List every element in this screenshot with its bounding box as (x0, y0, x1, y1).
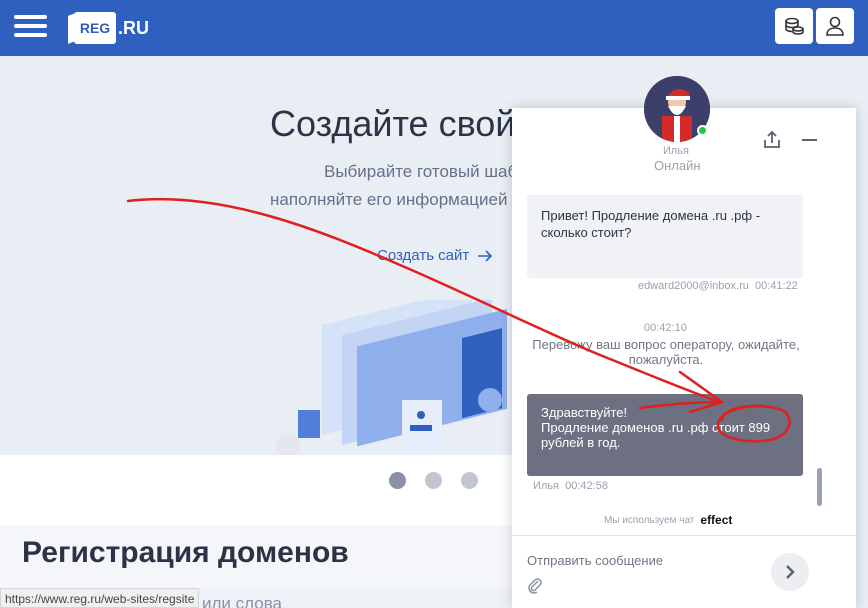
send-button[interactable] (771, 553, 809, 591)
balance-button[interactable] (775, 8, 813, 44)
message-input[interactable]: Отправить сообщение (527, 553, 757, 568)
create-site-link[interactable]: Создать сайт (377, 247, 493, 264)
hero-subtitle: Выбирайте готовый шаб наполняйте его инф… (270, 158, 522, 214)
input-divider (512, 535, 856, 536)
logo-mark: REG (74, 12, 116, 44)
hero-title: Создайте свой (270, 103, 516, 144)
operator-message-line1: Здравствуйте! (541, 405, 628, 420)
create-site-label: Создать сайт (377, 247, 470, 264)
visitor-message-meta: edward2000@inbox.ru 00:41:22 (638, 280, 798, 292)
hero-subtitle-line2: наполняйте его информацией и (270, 190, 522, 209)
arrow-right-icon (478, 249, 493, 262)
operator-message: Здравствуйте! Продление доменов .ru .рф … (527, 394, 803, 476)
coins-icon (785, 17, 804, 35)
minimize-icon[interactable] (802, 137, 818, 143)
visitor-message: Привет! Продление домена .ru .рф - сколь… (527, 195, 803, 278)
logo-mark-text: REG (79, 20, 111, 36)
carousel-dot-2[interactable] (425, 472, 442, 489)
logo-suffix: .RU (118, 17, 149, 38)
user-icon (826, 16, 844, 36)
status-bar-url: https://www.reg.ru/web-sites/regsite (0, 588, 200, 608)
domains-subtitle-text: или слова (202, 594, 282, 608)
powered-by[interactable]: Мы используем чат effect (604, 513, 732, 527)
top-header: REG .RU (0, 0, 868, 56)
paperclip-icon[interactable] (527, 576, 543, 594)
carousel-band (0, 455, 512, 525)
operator-message-meta: Илья 00:42:58 (533, 480, 608, 492)
powered-by-text: Мы используем чат (604, 514, 695, 526)
agent-name: Илья (663, 145, 690, 157)
agent-status: Онлайн (654, 158, 701, 173)
carousel-dot-1[interactable] (389, 472, 406, 489)
effect-logo: effect (700, 513, 733, 527)
operator-message-time: 00:42:58 (565, 480, 608, 492)
chat-scrollbar[interactable] (817, 468, 822, 506)
menu-icon[interactable] (14, 15, 48, 39)
domains-title: Регистрация доменов (22, 536, 349, 569)
operator-name: Илья (533, 480, 560, 492)
website-builder-illustration (276, 300, 507, 460)
share-icon[interactable] (762, 130, 782, 150)
carousel-dot-3[interactable] (461, 472, 478, 489)
system-message: Перевожу ваш вопрос оператору, ожидайте,… (532, 337, 800, 367)
operator-message-line2: Продление доменов .ru .рф стоит 899 рубл… (541, 420, 771, 450)
account-button[interactable] (816, 8, 854, 44)
visitor-email: edward2000@inbox.ru (638, 280, 749, 292)
hero-subtitle-line1: Выбирайте готовый шаб (324, 162, 518, 181)
system-message-time: 00:42:10 (644, 322, 687, 334)
online-indicator (697, 125, 708, 136)
reg-ru-logo[interactable]: REG .RU (74, 11, 149, 45)
visitor-message-time: 00:41:22 (754, 280, 798, 292)
chevron-right-icon (786, 565, 795, 579)
